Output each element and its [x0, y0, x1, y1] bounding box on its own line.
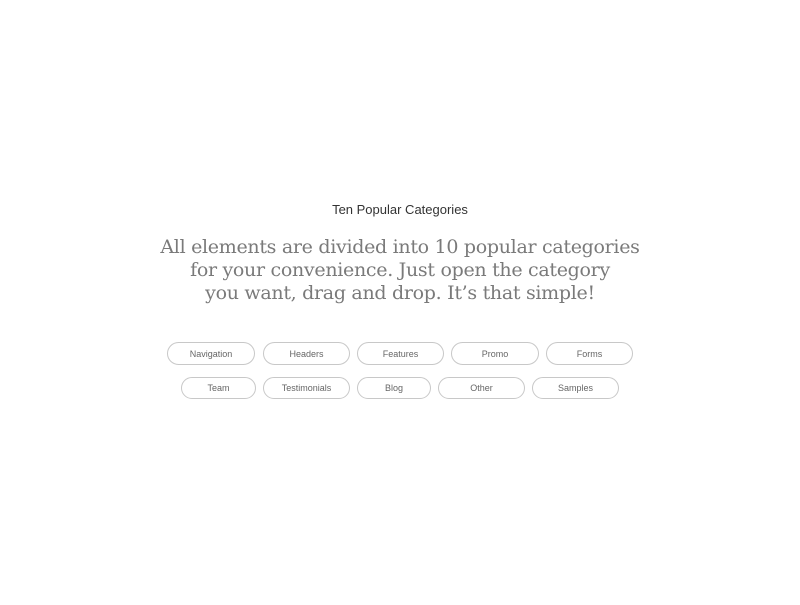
- category-button-team[interactable]: Team: [181, 377, 256, 399]
- category-button-samples[interactable]: Samples: [532, 377, 619, 399]
- section-title: Ten Popular Categories: [332, 202, 468, 217]
- category-button-testimonials[interactable]: Testimonials: [263, 377, 350, 399]
- section-description: All elements are divided into 10 popular…: [150, 236, 650, 305]
- description-line: for your convenience. Just open the cate…: [190, 259, 610, 281]
- category-button-navigation[interactable]: Navigation: [167, 342, 255, 365]
- category-button-blog[interactable]: Blog: [357, 377, 431, 399]
- category-button-features[interactable]: Features: [357, 342, 444, 365]
- description-line: All elements are divided into 10 popular…: [160, 236, 640, 258]
- category-button-forms[interactable]: Forms: [546, 342, 633, 365]
- description-line: you want, drag and drop. It’s that simpl…: [205, 282, 595, 304]
- category-button-headers[interactable]: Headers: [263, 342, 350, 365]
- category-button-promo[interactable]: Promo: [451, 342, 539, 365]
- category-button-other[interactable]: Other: [438, 377, 525, 399]
